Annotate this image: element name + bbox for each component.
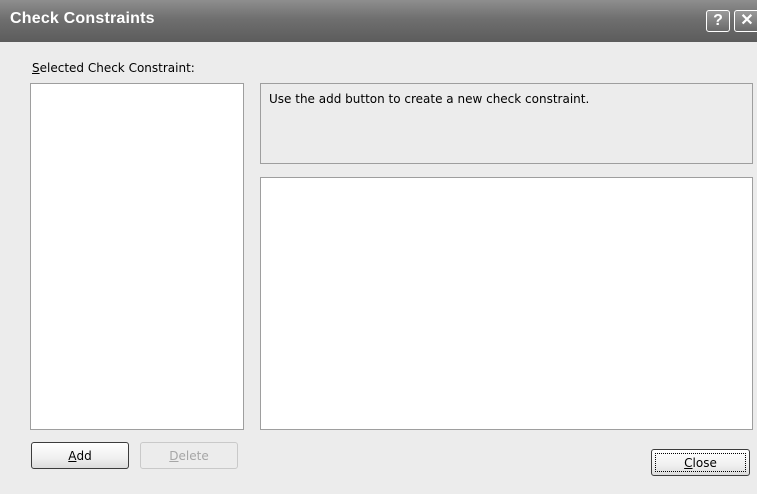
- add-accelerator: A: [68, 448, 77, 463]
- selected-check-constraint-label: Selected Check Constraint:: [32, 61, 195, 75]
- delete-label: elete: [178, 448, 209, 463]
- dialog-title: Check Constraints: [10, 10, 155, 27]
- help-icon: ?: [713, 12, 723, 29]
- check-constraints-dialog: Check Constraints ? ✕ Selected Check Con…: [0, 0, 757, 494]
- property-grid[interactable]: [260, 177, 753, 430]
- close-icon: ✕: [740, 12, 754, 29]
- add-button[interactable]: Add: [31, 442, 129, 469]
- close-button[interactable]: Close: [651, 449, 750, 476]
- close-accelerator: C: [684, 455, 693, 470]
- description-text: Use the add button to create a new check…: [269, 92, 590, 106]
- add-label: dd: [76, 448, 92, 463]
- title-bar[interactable]: Check Constraints ? ✕: [0, 0, 757, 42]
- label-text: elected Check Constraint:: [39, 61, 195, 75]
- label-accelerator: S: [32, 61, 40, 75]
- close-label-wrap: Close: [684, 456, 717, 470]
- help-button[interactable]: ?: [706, 10, 730, 32]
- title-close-button[interactable]: ✕: [734, 10, 757, 32]
- description-box: Use the add button to create a new check…: [260, 83, 753, 164]
- close-label: lose: [692, 455, 717, 470]
- delete-button[interactable]: Delete: [140, 442, 238, 469]
- constraint-list[interactable]: [30, 83, 244, 430]
- delete-accelerator: D: [169, 448, 179, 463]
